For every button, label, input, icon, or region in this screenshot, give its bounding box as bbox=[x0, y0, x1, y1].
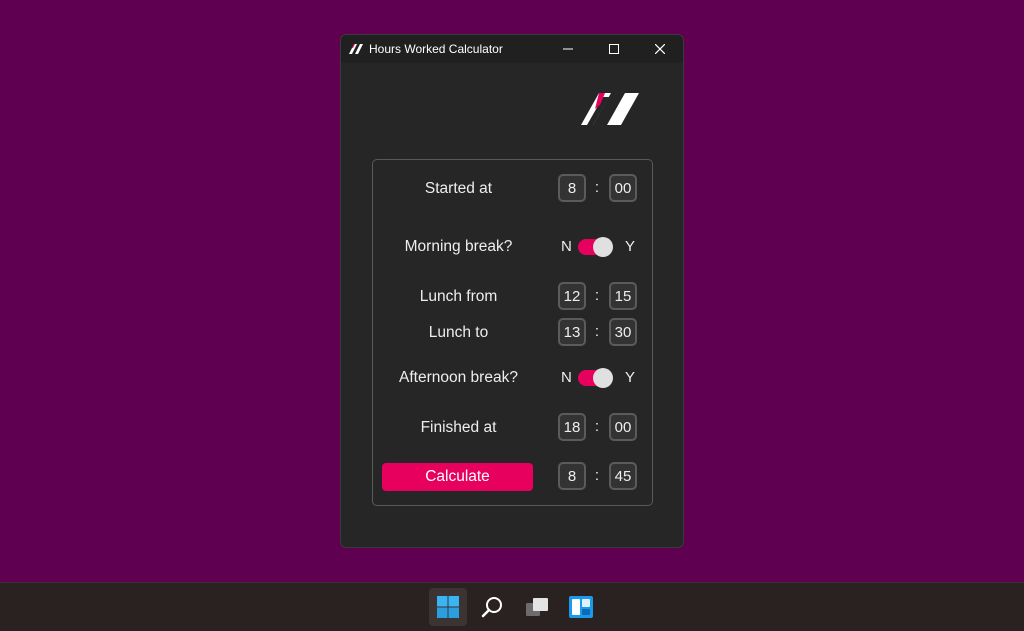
windows-start-icon bbox=[437, 596, 459, 618]
result-minutes: 45 bbox=[609, 462, 637, 490]
finished-row: Finished at 18 : 00 bbox=[373, 413, 652, 443]
start-button[interactable] bbox=[429, 588, 467, 626]
lunch-from-hour-input[interactable]: 12 bbox=[558, 282, 586, 310]
morning-break-label: Morning break? bbox=[404, 238, 513, 255]
brand-logo-icon bbox=[581, 91, 643, 132]
afternoon-break-on-label: Y bbox=[625, 369, 636, 386]
window-title: Hours Worked Calculator bbox=[369, 42, 503, 56]
task-view-button[interactable] bbox=[518, 588, 556, 626]
search-icon bbox=[481, 597, 502, 618]
widgets-button[interactable] bbox=[562, 588, 600, 626]
afternoon-break-toggle[interactable] bbox=[578, 368, 613, 388]
afternoon-break-off-label: N bbox=[561, 369, 572, 386]
morning-break-off-label: N bbox=[561, 238, 572, 255]
toggle-knob bbox=[593, 368, 613, 388]
minimize-button[interactable] bbox=[545, 35, 591, 63]
search-button[interactable] bbox=[474, 588, 512, 626]
lunch-from-label: Lunch from bbox=[419, 288, 498, 305]
lunch-to-hour-input[interactable]: 13 bbox=[558, 318, 586, 346]
finished-label: Finished at bbox=[420, 419, 497, 436]
time-separator: : bbox=[594, 287, 600, 304]
afternoon-break-row: Afternoon break? N Y bbox=[373, 363, 652, 393]
started-label: Started at bbox=[424, 180, 493, 197]
time-separator: : bbox=[594, 179, 600, 196]
task-view-icon bbox=[526, 598, 548, 616]
widgets-icon bbox=[569, 596, 593, 618]
finished-minute-input[interactable]: 00 bbox=[609, 413, 637, 441]
maximize-button[interactable] bbox=[591, 35, 637, 63]
toggle-knob bbox=[593, 237, 613, 257]
morning-break-toggle[interactable] bbox=[578, 237, 613, 257]
title-bar[interactable]: Hours Worked Calculator bbox=[341, 35, 683, 63]
time-separator: : bbox=[594, 323, 600, 340]
result-row: Calculate 8 : 45 bbox=[373, 462, 652, 492]
app-logo-icon bbox=[349, 44, 363, 54]
close-button[interactable] bbox=[637, 35, 683, 63]
lunch-to-row: Lunch to 13 : 30 bbox=[373, 318, 652, 348]
afternoon-break-label: Afternoon break? bbox=[399, 369, 518, 386]
taskbar bbox=[0, 582, 1024, 631]
time-separator: : bbox=[594, 467, 600, 484]
calculate-button[interactable]: Calculate bbox=[382, 463, 533, 491]
finished-hour-input[interactable]: 18 bbox=[558, 413, 586, 441]
lunch-from-minute-input[interactable]: 15 bbox=[609, 282, 637, 310]
morning-break-row: Morning break? N Y bbox=[373, 232, 652, 262]
lunch-to-minute-input[interactable]: 30 bbox=[609, 318, 637, 346]
started-row: Started at 8 : 00 bbox=[373, 174, 652, 204]
result-hours: 8 bbox=[558, 462, 586, 490]
started-hour-input[interactable]: 8 bbox=[558, 174, 586, 202]
time-separator: : bbox=[594, 418, 600, 435]
lunch-from-row: Lunch from 12 : 15 bbox=[373, 282, 652, 312]
started-minute-input[interactable]: 00 bbox=[609, 174, 637, 202]
calculator-panel: Started at 8 : 00 Morning break? N Y Lun… bbox=[372, 159, 653, 506]
morning-break-on-label: Y bbox=[625, 238, 636, 255]
lunch-to-label: Lunch to bbox=[428, 324, 489, 341]
app-window: Hours Worked Calculator Started at 8 : 0… bbox=[340, 34, 684, 548]
